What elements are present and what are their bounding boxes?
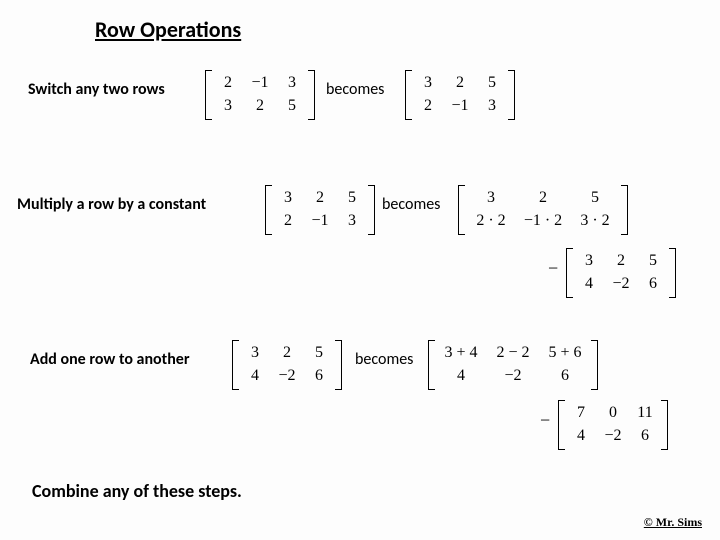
switch-label: Switch any two rows: [28, 80, 165, 99]
footnote: © Mr. Sims: [644, 515, 702, 530]
matrix-mult-after: 32 · 2 2−1 · 2 53 · 2: [458, 185, 628, 235]
matrix-add-before: 34 2−2 56: [232, 340, 342, 390]
becomes-1: becomes: [326, 80, 384, 99]
matrix-add-after: 3 + 44 2 − 2−2 5 + 66: [428, 340, 598, 390]
matrix-switch-after: 32 2−1 53: [405, 70, 515, 120]
multiply-label: Multiply a row by a constant: [17, 195, 206, 214]
page-title: Row Operations: [95, 16, 241, 43]
matrix-mult-result: 34 2−2 56: [566, 248, 676, 298]
arrow-mult: −: [548, 258, 558, 279]
matrix-add-result: 74 0−2 116: [558, 400, 668, 450]
becomes-3: becomes: [355, 350, 413, 369]
becomes-2: becomes: [382, 195, 440, 214]
matrix-switch-before: 23 −12 35: [205, 70, 315, 120]
arrow-add: −: [540, 410, 550, 431]
add-label: Add one row to another: [30, 350, 190, 369]
combine-label: Combine any of these steps.: [32, 480, 242, 502]
matrix-mult-before: 32 2−1 53: [265, 185, 375, 235]
